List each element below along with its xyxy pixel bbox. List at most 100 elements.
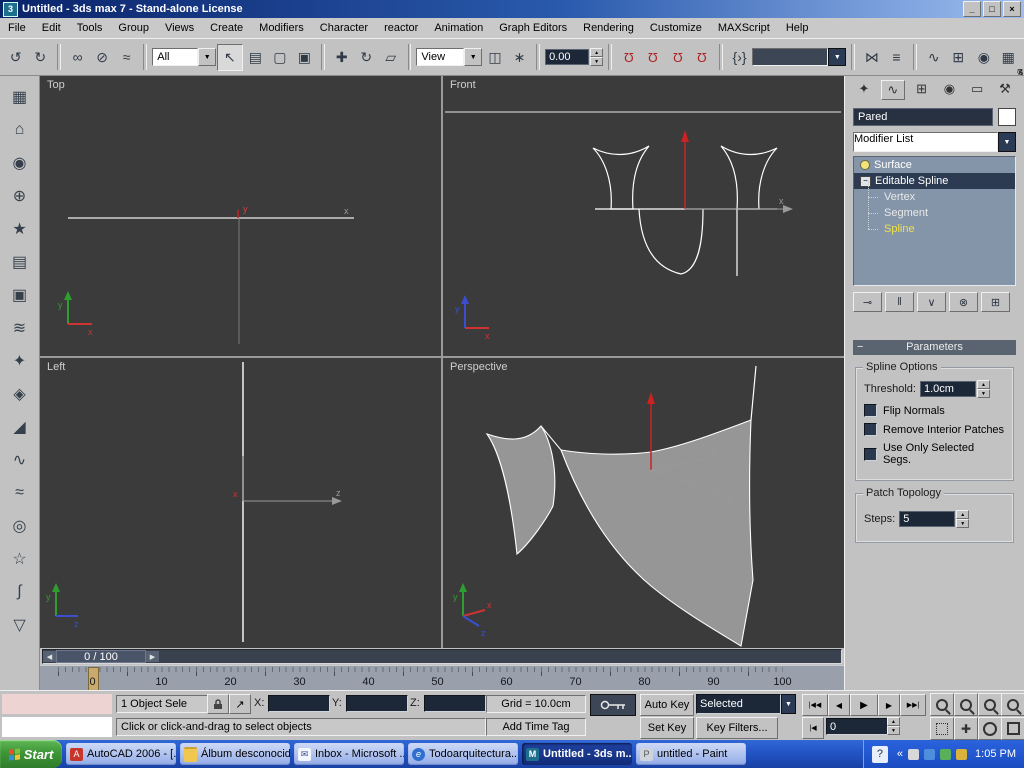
render-scene-icon[interactable]: ▦: [997, 45, 1021, 70]
time-slider-track[interactable]: ◀ 0 / 100 ▶: [42, 649, 842, 664]
left-viewport-canvas[interactable]: z x y z: [40, 358, 441, 648]
select-object-icon[interactable]: ↖: [217, 43, 243, 71]
top-viewport-canvas[interactable]: x y y x: [40, 76, 441, 356]
go-to-start-button[interactable]: |◀◀: [802, 694, 828, 716]
undo-icon[interactable]: ↺: [4, 45, 28, 70]
y-coordinate-field[interactable]: [346, 695, 408, 712]
schematic-view-icon[interactable]: ⊞: [947, 45, 971, 70]
chevron-down-icon[interactable]: ▼: [828, 48, 847, 66]
modifier-list-dropdown[interactable]: Modifier List ▼: [853, 132, 1016, 152]
taskbar-button-autocad[interactable]: A AutoCAD 2006 - [...: [66, 743, 176, 765]
chevron-down-icon[interactable]: ▼: [781, 694, 796, 714]
taskbar-button-album[interactable]: Álbum desconocid...: [180, 743, 290, 765]
menu-item[interactable]: Edit: [34, 20, 69, 36]
next-frame-arrow-icon[interactable]: ▶: [146, 651, 159, 662]
make-unique-icon[interactable]: ∨: [917, 292, 946, 312]
menu-item[interactable]: Customize: [642, 20, 710, 36]
menu-item[interactable]: Graph Editors: [491, 20, 575, 36]
stack-subitem-spline[interactable]: Spline: [854, 213, 1015, 237]
reactor-tool-icon[interactable]: ◎: [6, 513, 34, 539]
viewport-label[interactable]: Front: [450, 79, 476, 91]
collapse-icon[interactable]: −: [860, 175, 871, 187]
reactor-tool-icon[interactable]: ◈: [6, 381, 34, 407]
spinner-up-icon[interactable]: ▲: [976, 380, 990, 389]
spinner-up-icon[interactable]: ▲: [887, 717, 900, 726]
key-mode-toggle-icon[interactable]: |◀: [802, 717, 824, 739]
maximize-button[interactable]: □: [983, 1, 1001, 17]
start-button[interactable]: Start: [0, 740, 62, 768]
use-only-selected-segs-checkbox[interactable]: [864, 447, 877, 461]
steps-spinner[interactable]: 5 ▲ ▼: [899, 510, 970, 528]
title-bar[interactable]: 3 Untitled - 3ds max 7 - Stand-alone Lic…: [0, 0, 1024, 18]
reactor-tool-icon[interactable]: ≈: [6, 480, 34, 506]
perspective-viewport-canvas[interactable]: x z y x z: [443, 358, 844, 648]
steps-value[interactable]: 5: [899, 511, 956, 527]
reactor-tool-icon[interactable]: ▤: [6, 249, 34, 275]
chevron-down-icon[interactable]: ▼: [998, 132, 1016, 152]
select-and-scale-icon[interactable]: ▱: [379, 45, 403, 70]
set-keys-button[interactable]: [590, 694, 636, 716]
reactor-tool-icon[interactable]: ⌂: [6, 117, 34, 143]
show-end-result-icon[interactable]: ‖: [885, 292, 914, 312]
remove-interior-patches-checkbox[interactable]: [864, 423, 877, 436]
tray-icon-1[interactable]: [908, 748, 920, 760]
taskbar-button-browser[interactable]: e Todoarquitectura....: [408, 743, 518, 765]
menu-item[interactable]: Group: [110, 20, 157, 36]
macro-recorder-mini-listener[interactable]: [2, 694, 112, 714]
spinner-up-icon[interactable]: ▲: [590, 48, 604, 57]
menu-item[interactable]: reactor: [376, 20, 426, 36]
reactor-tool-icon[interactable]: ∫: [6, 579, 34, 605]
viewport-perspective[interactable]: Perspective x z y x z: [443, 358, 844, 648]
display-tab-icon[interactable]: ▭: [966, 80, 988, 98]
menu-item[interactable]: Rendering: [575, 20, 642, 36]
zoom-icon[interactable]: [930, 693, 954, 716]
zoom-extents-icon[interactable]: [978, 693, 1002, 716]
redo-icon[interactable]: ↻: [29, 45, 53, 70]
pan-view-icon[interactable]: ✚: [954, 717, 978, 740]
viewport-top[interactable]: Top x y y x: [40, 76, 441, 356]
menu-item[interactable]: File: [0, 20, 34, 36]
z-coordinate-field[interactable]: [424, 695, 486, 712]
utilities-tab-icon[interactable]: ⚒: [994, 80, 1016, 98]
use-center-icon[interactable]: ◫: [483, 45, 507, 70]
threshold-value[interactable]: 1.0cm: [919, 381, 976, 397]
reactor-tool-icon[interactable]: ▣: [6, 282, 34, 308]
go-to-end-button[interactable]: ▶▶|: [900, 694, 926, 716]
reactor-tool-icon[interactable]: ◢: [6, 414, 34, 440]
frame-spinner[interactable]: ▲ ▼: [887, 717, 900, 735]
unlink-selection-icon[interactable]: ⊘: [90, 45, 114, 70]
mirror-icon[interactable]: ⋈: [860, 45, 884, 70]
select-and-rotate-icon[interactable]: ↻: [355, 45, 379, 70]
zoom-all-icon[interactable]: [954, 693, 978, 716]
object-color-swatch[interactable]: [998, 108, 1016, 126]
track-bar[interactable]: 0 10 20 30 40 50 60 70 80 90 100: [40, 665, 844, 691]
front-viewport-canvas[interactable]: x y x: [443, 76, 844, 356]
spinner-down-icon[interactable]: ▼: [976, 389, 990, 398]
tray-icon-2[interactable]: [924, 748, 936, 760]
snaps-toggle-icon[interactable]: Ω3: [617, 45, 1023, 76]
pin-stack-icon[interactable]: ⊸: [853, 292, 882, 312]
zoom-region-icon[interactable]: [930, 717, 954, 740]
taskbar-button-3dsmax[interactable]: M Untitled - 3ds m...: [522, 743, 632, 765]
play-button[interactable]: ▶: [850, 694, 878, 716]
reference-coordinate-dropdown[interactable]: View ▼: [416, 48, 483, 66]
select-and-manipulate-icon[interactable]: ∗: [508, 45, 532, 70]
add-time-tag-field[interactable]: Add Time Tag: [486, 718, 586, 736]
previous-frame-button[interactable]: ◀: [828, 694, 850, 716]
select-by-name-icon[interactable]: ▤: [244, 45, 268, 70]
align-icon[interactable]: ≡: [885, 45, 909, 70]
modify-tab-icon[interactable]: ∿: [880, 80, 905, 100]
angle-snap-icon[interactable]: Ω ∠: [641, 45, 1023, 75]
stack-item-surface[interactable]: Surface: [854, 157, 1015, 173]
menu-item[interactable]: Modifiers: [251, 20, 312, 36]
minimize-button[interactable]: _: [963, 1, 981, 17]
menu-item[interactable]: Views: [157, 20, 202, 36]
reactor-tool-icon[interactable]: ✦: [6, 348, 34, 374]
spinner-up-icon[interactable]: ▲: [956, 510, 970, 519]
bind-to-spacewarp-icon[interactable]: ≈: [115, 45, 139, 70]
arc-rotate-icon[interactable]: [978, 717, 1002, 740]
viewport-front[interactable]: Front x y x: [443, 76, 844, 356]
taskbar-button-paint[interactable]: P untitled - Paint: [636, 743, 746, 765]
chevron-down-icon[interactable]: ▼: [198, 48, 217, 66]
menu-item[interactable]: Character: [312, 20, 376, 36]
